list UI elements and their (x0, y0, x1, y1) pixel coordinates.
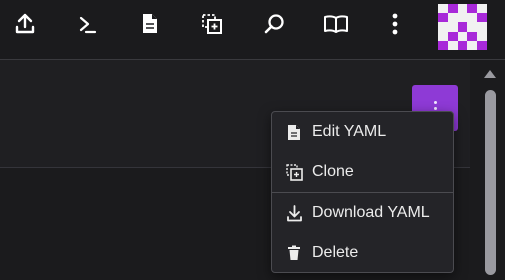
menu-item-download-yaml[interactable]: Download YAML (272, 193, 453, 233)
file-button[interactable] (135, 10, 165, 42)
download-icon (285, 204, 303, 222)
more-options-button[interactable] (380, 10, 410, 42)
menu-item-edit-yaml[interactable]: Edit YAML (272, 112, 453, 152)
context-menu: Edit YAML Clone Download YAML Delete (271, 111, 454, 273)
kebab-menu-icon (391, 12, 399, 41)
menu-item-label: Download YAML (312, 204, 430, 221)
docs-button[interactable] (321, 10, 351, 42)
app-window: Edit YAML Clone Download YAML Delete (0, 0, 505, 280)
top-toolbar (0, 0, 505, 59)
clone-icon (201, 13, 223, 40)
book-icon (323, 13, 349, 40)
clone-icon (285, 163, 303, 181)
scrollbar-thumb[interactable] (485, 90, 496, 275)
upload-button[interactable] (10, 10, 40, 42)
avatar[interactable] (438, 4, 487, 50)
terminal-icon (77, 13, 97, 40)
upload-icon (15, 13, 35, 40)
clone-button[interactable] (197, 10, 227, 42)
trash-icon (285, 244, 303, 262)
search-icon (263, 13, 285, 40)
search-button[interactable] (259, 10, 289, 42)
menu-item-label: Edit YAML (312, 123, 387, 140)
menu-item-clone[interactable]: Clone (272, 152, 453, 192)
scroll-up-arrow-icon[interactable] (484, 70, 496, 78)
terminal-button[interactable] (72, 10, 102, 42)
menu-item-label: Clone (312, 163, 354, 180)
file-icon (285, 123, 303, 141)
menu-item-label: Delete (312, 244, 359, 261)
menu-item-delete[interactable]: Delete (272, 233, 453, 273)
file-icon (141, 13, 159, 40)
